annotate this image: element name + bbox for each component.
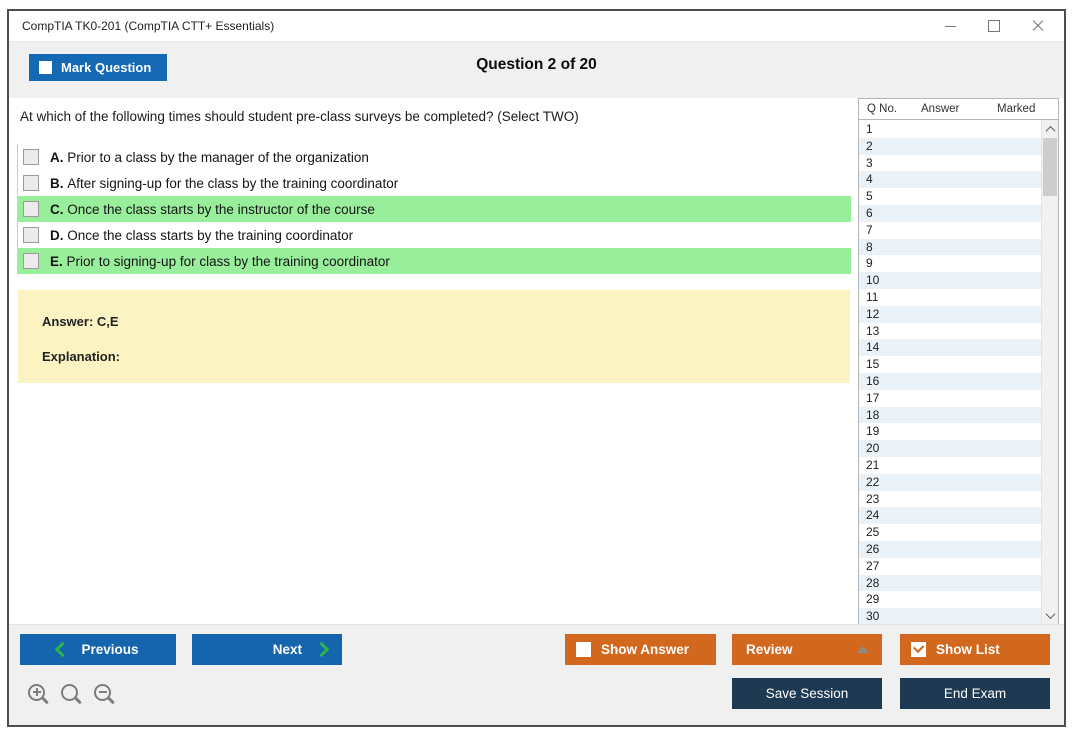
option-label: A. Prior to a class by the manager of th… [50, 149, 369, 165]
question-list-row[interactable]: 22 [859, 473, 1041, 491]
maximize-button[interactable] [972, 11, 1016, 41]
question-list-row[interactable]: 27 [859, 558, 1041, 575]
answer-explanation-box: Answer: C,E Explanation: [18, 290, 850, 383]
question-list-row[interactable]: 20 [859, 440, 1041, 457]
save-session-label: Save Session [765, 686, 849, 701]
question-list-row[interactable]: 25 [859, 524, 1041, 541]
review-label: Review [746, 642, 793, 657]
minimize-button[interactable] [928, 11, 972, 41]
question-list-row[interactable]: 12 [859, 305, 1041, 323]
option-label: B. After signing-up for the class by the… [50, 175, 399, 191]
question-list-row[interactable]: 10 [859, 272, 1041, 289]
question-counter: Question 2 of 20 [476, 56, 597, 73]
minimize-icon [944, 25, 956, 27]
question-list-row[interactable]: 17 [859, 390, 1041, 407]
answer-option[interactable]: E. Prior to signing-up for class by the … [18, 248, 851, 274]
question-list-panel: Q No. Answer Marked 1 2 3 4 5 6 7 8 9 10 11 12 13 14 1… [858, 98, 1059, 625]
scrollbar-thumb[interactable] [1043, 138, 1057, 196]
question-list-row[interactable]: 21 [859, 457, 1041, 474]
question-list-row[interactable]: 1 [859, 121, 1041, 138]
chevron-right-icon [313, 641, 330, 658]
window-title: CompTIA TK0-201 (CompTIA CTT+ Essentials… [22, 19, 275, 33]
option-checkbox[interactable] [23, 201, 39, 217]
zoom-in-icon[interactable] [27, 683, 50, 706]
next-button[interactable]: Next [192, 634, 342, 665]
question-list-row[interactable]: 15 [859, 356, 1041, 373]
triangle-up-icon [857, 646, 869, 653]
question-list-row[interactable]: 23 [859, 491, 1041, 508]
column-answer: Answer [921, 103, 960, 115]
show-list-checkbox[interactable] [911, 642, 926, 657]
app-window: CompTIA TK0-201 (CompTIA CTT+ Essentials… [7, 9, 1066, 727]
option-label: D. Once the class starts by the training… [50, 227, 354, 243]
option-checkbox[interactable] [23, 149, 39, 165]
scroll-up-button[interactable] [1042, 121, 1058, 137]
answer-option[interactable]: C. Once the class starts by the instruct… [18, 196, 851, 222]
chevron-left-icon [55, 641, 71, 658]
previous-button[interactable]: Previous [20, 634, 176, 665]
previous-label: Previous [81, 642, 139, 657]
header-strip: Mark Question Question 2 of 20 [9, 42, 1064, 98]
options-list: A. Prior to a class by the manager of th… [17, 144, 851, 274]
question-list-header: Q No. Answer Marked [858, 98, 1059, 120]
explanation-label: Explanation: [42, 349, 121, 364]
question-list-row[interactable]: 19 [859, 423, 1041, 440]
question-text: At which of the following times should s… [20, 109, 579, 124]
question-list-body: 1 2 3 4 5 6 7 8 9 10 11 12 13 14 15 16 17 18 19 20 21 22 23 24 2… [859, 121, 1041, 624]
answer-option[interactable]: A. Prior to a class by the manager of th… [18, 144, 851, 170]
question-list-row[interactable]: 5 [859, 188, 1041, 205]
end-exam-label: End Exam [943, 686, 1007, 701]
end-exam-button[interactable]: End Exam [900, 678, 1050, 709]
question-list-row[interactable]: 18 [859, 406, 1041, 424]
chevron-down-icon [1045, 608, 1055, 619]
question-list: 1 2 3 4 5 6 7 8 9 10 11 12 13 14 15 16 17 18 19 20 21 22 23 24 2… [858, 120, 1059, 625]
zoom-toolbar [27, 683, 116, 706]
option-checkbox[interactable] [23, 253, 39, 269]
close-icon [1032, 20, 1044, 32]
column-qno: Q No. [867, 103, 898, 115]
option-label: E. Prior to signing-up for class by the … [50, 253, 390, 269]
question-list-scrollbar[interactable] [1041, 120, 1058, 624]
next-label: Next [272, 642, 302, 657]
column-marked: Marked [997, 103, 1036, 115]
show-list-button[interactable]: Show List [900, 634, 1050, 665]
question-list-row[interactable]: 14 [859, 339, 1041, 357]
question-list-row[interactable]: 3 [859, 155, 1041, 172]
question-list-row[interactable]: 29 [859, 591, 1041, 608]
question-list-row[interactable]: 2 [859, 137, 1041, 155]
window-controls [928, 11, 1060, 41]
show-answer-checkbox[interactable] [576, 642, 591, 657]
review-button[interactable]: Review [732, 634, 882, 665]
zoom-out-icon[interactable] [93, 683, 116, 706]
close-button[interactable] [1016, 11, 1060, 41]
question-list-row[interactable]: 28 [859, 574, 1041, 592]
question-list-row[interactable]: 24 [859, 507, 1041, 525]
save-session-button[interactable]: Save Session [732, 678, 882, 709]
question-list-row[interactable]: 7 [859, 222, 1041, 239]
show-answer-button[interactable]: Show Answer [565, 634, 716, 665]
show-list-label: Show List [936, 642, 1000, 657]
question-list-row[interactable]: 8 [859, 238, 1041, 256]
maximize-icon [988, 20, 1000, 32]
option-checkbox[interactable] [23, 175, 39, 191]
question-list-row[interactable]: 6 [859, 204, 1041, 222]
footer-bar: Previous Next Show Answer Review Show Li… [9, 624, 1064, 725]
question-list-row[interactable]: 11 [859, 289, 1041, 306]
chevron-up-icon [1045, 125, 1055, 136]
scroll-down-button[interactable] [1042, 607, 1058, 623]
zoom-reset-icon[interactable] [60, 683, 83, 706]
show-answer-label: Show Answer [601, 642, 690, 657]
answer-option[interactable]: D. Once the class starts by the training… [18, 222, 851, 248]
question-list-row[interactable]: 13 [859, 323, 1041, 340]
titlebar: CompTIA TK0-201 (CompTIA CTT+ Essentials… [9, 11, 1064, 42]
question-list-row[interactable]: 9 [859, 255, 1041, 272]
question-list-row[interactable]: 16 [859, 372, 1041, 390]
option-label: C. Once the class starts by the instruct… [50, 201, 375, 217]
question-list-row[interactable]: 4 [859, 171, 1041, 189]
question-list-row[interactable]: 30 [859, 608, 1041, 624]
answer-text: Answer: C,E [42, 314, 119, 329]
option-checkbox[interactable] [23, 227, 39, 243]
question-list-row[interactable]: 26 [859, 540, 1041, 558]
answer-option[interactable]: B. After signing-up for the class by the… [18, 170, 851, 196]
